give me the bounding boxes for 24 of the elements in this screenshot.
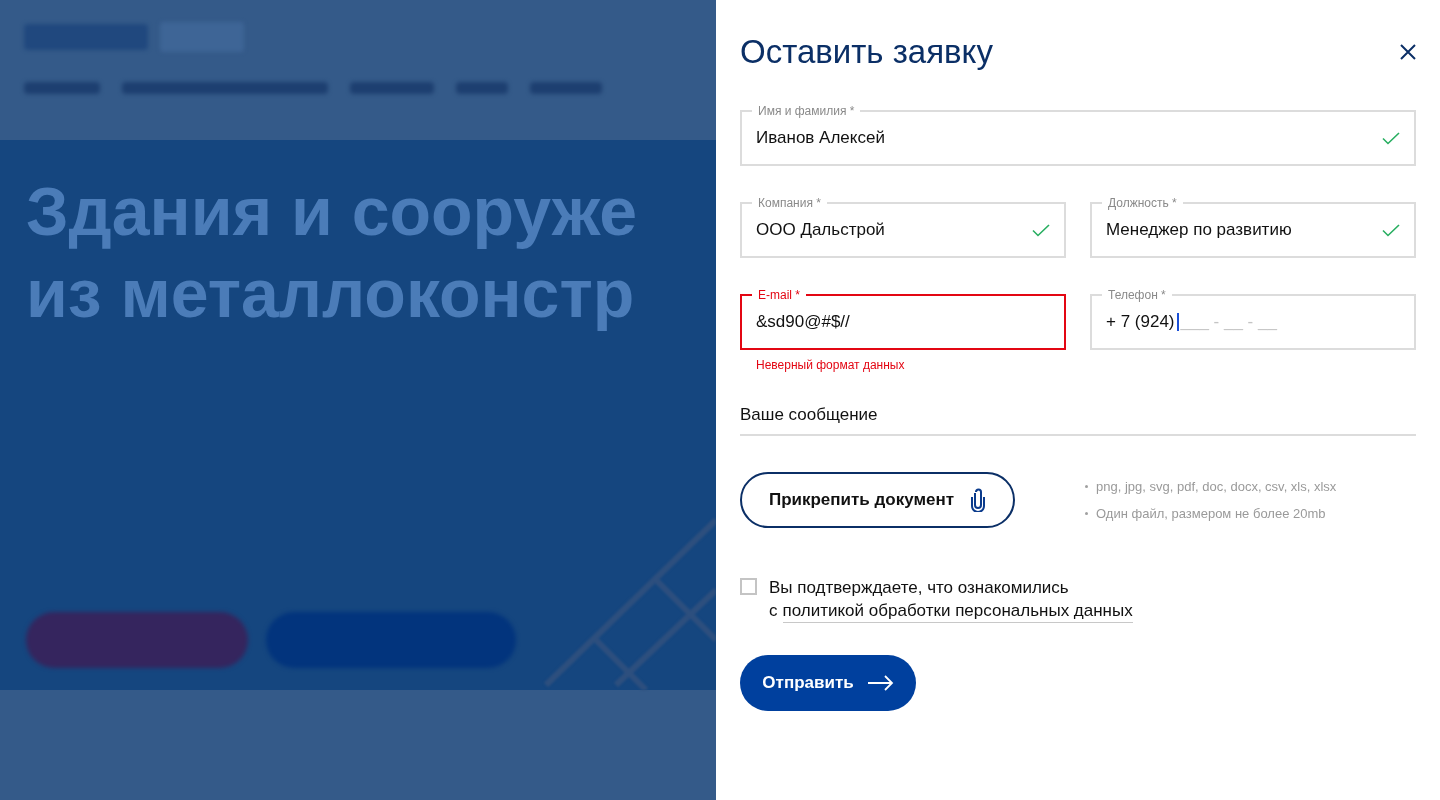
dialog-title: Оставить заявку [740,32,993,72]
bullet-icon [1085,512,1088,516]
field-label: Должность * [1102,195,1183,211]
consent-text: с [769,600,778,622]
submit-button[interactable]: Отправить [740,655,916,711]
message-field[interactable]: Ваше сообщение [740,396,1416,436]
check-icon [1032,223,1050,237]
attach-button[interactable]: Прикрепить документ [740,472,1015,528]
check-icon [1382,131,1400,145]
consent-checkbox[interactable] [740,578,757,595]
bullet-icon [1085,484,1088,488]
check-icon [1382,223,1400,237]
arrow-right-icon [867,675,894,691]
text-cursor [1176,313,1179,331]
error-message: Неверный формат данных [756,357,906,374]
hero-title: из металлоконстр [26,254,636,333]
file-note: Один файл, размером не более 20mb [1096,505,1326,523]
file-note: png, jpg, svg, pdf, doc, docx, csv, xls, xlsx [1096,477,1337,496]
consent-text: Вы подтверждаете, что ознакомились [769,577,1070,599]
field-label: Имя и фамилия * [752,103,861,119]
privacy-policy-link[interactable]: политикой обработки персональных данных [782,599,1133,623]
field-label: Телефон * [1102,287,1172,303]
paperclip-icon [970,488,987,512]
hero-title: Здания и сооруже [26,172,639,251]
